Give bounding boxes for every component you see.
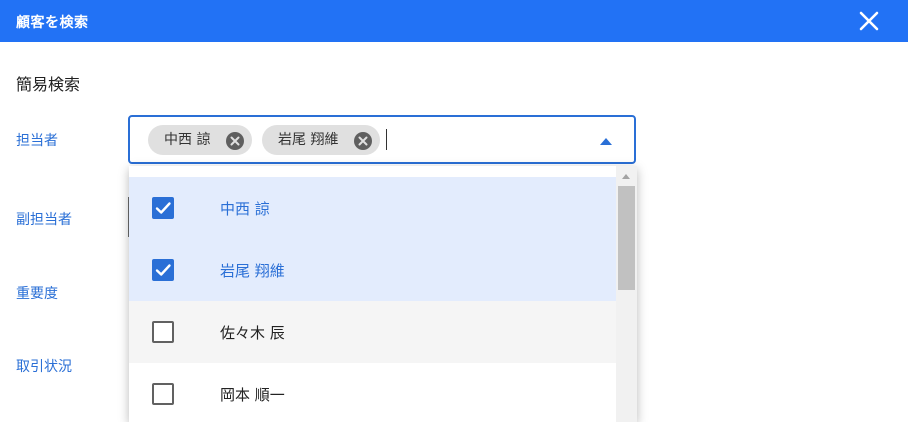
scroll-up-arrow-icon[interactable] <box>622 174 630 179</box>
assignee-select[interactable]: 中西 諒 岩尾 翔維 <box>128 115 636 164</box>
list-item[interactable]: 岩尾 翔維 <box>129 239 616 301</box>
chip-label: 中西 諒 <box>164 132 211 148</box>
chip-label: 岩尾 翔維 <box>278 132 339 148</box>
remove-circle-icon <box>226 132 244 150</box>
list-item[interactable]: 中西 諒 <box>129 177 616 239</box>
label-deal-status: 取引状況 <box>16 359 72 375</box>
scrollbar-thumb[interactable] <box>618 186 635 290</box>
chip-nakanishi: 中西 諒 <box>148 125 252 155</box>
label-assignee: 担当者 <box>16 133 58 149</box>
option-label: 中西 諒 <box>220 200 270 218</box>
option-label: 岡本 順一 <box>220 386 285 404</box>
checkbox-unchecked[interactable] <box>152 321 174 343</box>
arrow-up-icon <box>600 138 612 145</box>
checkbox-checked[interactable] <box>152 197 174 219</box>
check-icon <box>155 264 171 276</box>
dialog-title: 顧客を検索 <box>16 15 89 31</box>
label-importance: 重要度 <box>16 286 58 302</box>
checkbox-unchecked[interactable] <box>152 383 174 405</box>
list-item[interactable]: 佐々木 辰 <box>129 301 616 363</box>
scrollbar[interactable] <box>616 166 637 422</box>
remove-circle-icon <box>354 132 372 150</box>
option-label: 岩尾 翔維 <box>220 262 285 280</box>
dialog-header: 顧客を検索 <box>0 0 908 42</box>
dropdown-toggle[interactable] <box>600 131 612 145</box>
chip-remove-button[interactable] <box>226 131 244 150</box>
checkbox-checked[interactable] <box>152 259 174 281</box>
close-button[interactable] <box>858 10 880 32</box>
label-sub-assignee: 副担当者 <box>16 212 72 228</box>
section-title: 簡易検索 <box>16 75 81 94</box>
check-icon <box>155 202 171 214</box>
chip-iwao: 岩尾 翔維 <box>262 125 380 155</box>
list-item[interactable]: 岡本 順一 <box>129 363 616 422</box>
assignee-dropdown-list: 中西 諒 岩尾 翔維 佐々木 辰 岡本 順一 <box>129 166 637 422</box>
chip-remove-button[interactable] <box>354 131 372 150</box>
option-label: 佐々木 辰 <box>220 324 285 342</box>
close-icon <box>859 11 879 31</box>
text-cursor <box>386 129 387 150</box>
